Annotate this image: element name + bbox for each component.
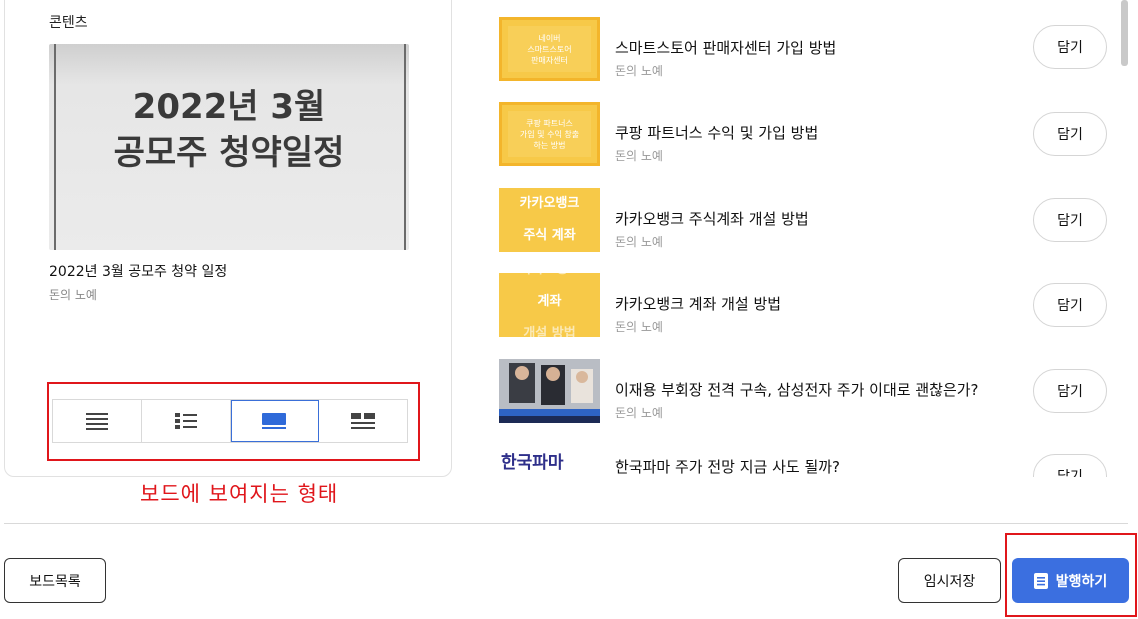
list-item: 한국파마 한국파마 주가 전망 지금 사도 될까? 담기 [499,444,1115,477]
annotation-caption: 보드에 보여지는 형태 [140,482,339,506]
publish-highlight-box [1005,533,1137,617]
thumb-text: 한국파마 [501,452,564,473]
card-view-icon [262,413,287,429]
item-author: 돈의 노예 [615,320,663,334]
item-thumbnail [499,359,600,423]
item-thumbnail: 쿠팡 파트너스 가입 및 수익 창출 하는 방법 [499,102,600,166]
news-photo-image [499,359,600,423]
list-item: 쿠팡 파트너스 가입 및 수익 창출 하는 방법 쿠팡 파트너스 수익 및 가입… [499,102,1115,166]
list-item: 이재용 부회장 전격 구속, 삼성전자 주가 이대로 괜찮은가? 돈의 노예 담… [499,359,1115,423]
add-to-board-button[interactable]: 담기 [1033,198,1107,242]
add-to-board-button[interactable]: 담기 [1033,369,1107,413]
thumb-text: 카카오뱅크 [519,196,580,211]
list-item: 카카오뱅크 계좌 개설 방법 카카오뱅크 계좌 개설 방법 돈의 노예 담기 [499,273,1115,337]
add-to-board-button[interactable]: 담기 [1033,112,1107,156]
item-author: 돈의 노예 [615,64,663,78]
list-item: 카카오뱅크 주식 계좌 카카오뱅크 주식계좌 개설 방법 돈의 노예 담기 [499,188,1115,252]
item-thumbnail: 네이버 스마트스토어 판매자센터 [499,17,600,81]
list-scrollbar[interactable] [1121,0,1128,66]
preview-thumbnail: 2022년 3월 공모주 청약일정 [49,44,409,250]
thumb-text: 하는 방법 [533,140,566,150]
thumb-text: 카카오뱅크 [520,273,580,286]
item-title[interactable]: 스마트스토어 판매자센터 가입 방법 [615,37,836,58]
item-title[interactable]: 이재용 부회장 전격 구속, 삼성전자 주가 이대로 괜찮은가? [615,379,979,400]
item-thumbnail: 카카오뱅크 계좌 개설 방법 [499,273,600,337]
add-to-board-button[interactable]: 담기 [1033,25,1107,69]
thumb-text: 네이버 [538,33,561,43]
thumb-text: 가입 및 수익 창출 [519,129,580,139]
preview-author: 돈의 노예 [49,288,97,302]
thumb-text: 쿠팡 파트너스 [526,118,573,128]
thumb-text: 계좌 [537,294,562,309]
item-thumbnail: 카카오뱅크 주식 계좌 [499,188,600,252]
item-title[interactable]: 한국파마 주가 전망 지금 사도 될까? [615,456,840,477]
thumb-text: 스마트스토어 [527,44,572,54]
item-title[interactable]: 쿠팡 파트너스 수익 및 가입 방법 [615,122,818,143]
item-author: 돈의 노예 [615,406,663,420]
list-item: 네이버 스마트스토어 판매자센터 스마트스토어 판매자센터 가입 방법 돈의 노… [499,17,1115,81]
save-draft-button[interactable]: 임시저장 [898,558,1001,603]
item-author: 돈의 노예 [615,149,663,163]
add-to-board-button[interactable]: 담기 [1033,283,1107,327]
thumb-text: 개설 방법 [523,326,576,337]
footer-divider [4,523,1128,524]
item-author: 돈의 노예 [615,235,663,249]
item-title[interactable]: 카카오뱅크 주식계좌 개설 방법 [615,208,809,229]
board-list-button[interactable]: 보드목록 [4,558,106,603]
preview-title: 2022년 3월 공모주 청약 일정 [49,264,228,280]
thumbnail-text-line-2: 공모주 청약일정 [113,133,345,173]
preview-section-label: 콘텐츠 [49,15,88,31]
thumbnail-text-line-1: 2022년 3월 [132,87,326,127]
item-title[interactable]: 카카오뱅크 계좌 개설 방법 [615,293,781,314]
add-to-board-button[interactable]: 담기 [1033,454,1107,477]
thumb-text: 주식 계좌 [523,228,576,243]
content-list: 네이버 스마트스토어 판매자센터 스마트스토어 판매자센터 가입 방법 돈의 노… [499,0,1115,477]
item-thumbnail: 한국파마 [499,444,600,477]
thumb-text: 판매자센터 [531,55,568,65]
view-card-button[interactable] [230,400,320,442]
